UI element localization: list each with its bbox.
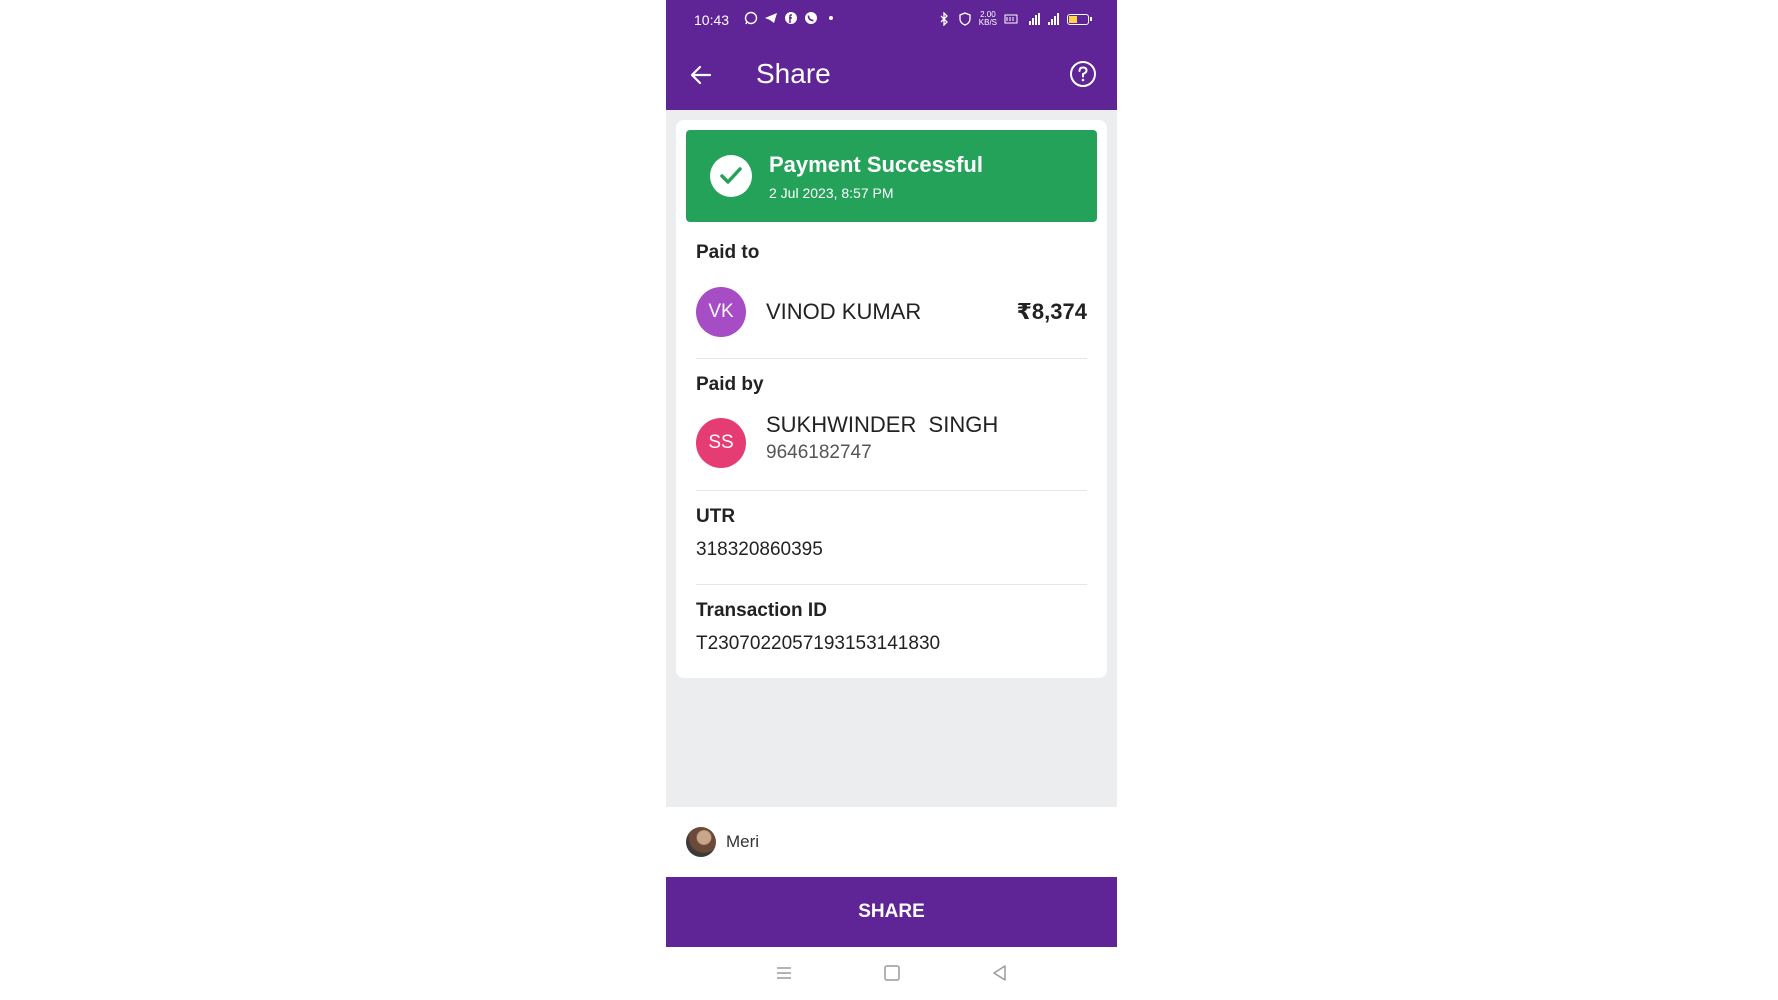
check-circle-icon xyxy=(710,155,752,197)
app-bar: Share xyxy=(666,40,1117,110)
receipt-card: Payment Successful 2 Jul 2023, 8:57 PM P… xyxy=(676,120,1107,678)
battery-level xyxy=(1069,15,1077,23)
transaction-id-value: T2307022057193153141830 xyxy=(696,633,941,654)
divider xyxy=(696,358,1087,359)
vpn-shield-icon xyxy=(958,12,972,26)
phone-screen: 10:43 2.00 KB/S Share Payment Successful… xyxy=(666,0,1117,1000)
payment-date: 2 Jul 2023, 8:57 PM xyxy=(769,185,894,201)
bluetooth-icon xyxy=(937,11,951,27)
payer-phone: 9646182747 xyxy=(766,442,872,463)
status-time: 10:43 xyxy=(694,12,730,28)
system-nav-bar xyxy=(666,947,1117,1000)
payer-name: SUKHWINDER SINGH xyxy=(766,412,999,437)
avatar xyxy=(686,827,716,857)
network-speed: 2.00 KB/S xyxy=(978,10,997,27)
payment-amount: ₹8,374 xyxy=(1016,299,1087,324)
facebook-icon xyxy=(784,11,798,25)
divider xyxy=(696,490,1087,491)
back-triangle-icon[interactable] xyxy=(990,963,1010,983)
system-icons: 2.00 KB/S xyxy=(937,10,1092,27)
payee-name: VINOD KUMAR xyxy=(766,299,922,324)
avatar-payee: VK xyxy=(696,287,746,337)
paid-to-label: Paid to xyxy=(696,242,760,263)
page-title: Share xyxy=(756,58,831,89)
arrow-left-icon[interactable] xyxy=(688,62,714,88)
share-button[interactable]: SHARE xyxy=(666,877,1117,947)
phone-app-icon xyxy=(804,11,818,25)
signal-4g-icon xyxy=(1025,12,1040,26)
sender-strip: Meri xyxy=(666,807,1117,877)
receipt-area: Payment Successful 2 Jul 2023, 8:57 PM P… xyxy=(666,110,1117,807)
whatsapp-icon xyxy=(744,11,758,25)
question-circle-icon[interactable] xyxy=(1069,60,1097,88)
home-icon[interactable] xyxy=(882,963,902,983)
status-bar: 10:43 2.00 KB/S xyxy=(666,0,1117,40)
divider xyxy=(696,584,1087,585)
signal-icon xyxy=(1046,12,1060,26)
payment-status-banner: Payment Successful 2 Jul 2023, 8:57 PM xyxy=(686,130,1097,222)
telegram-icon xyxy=(764,11,778,25)
battery-icon xyxy=(1067,13,1092,25)
volte-icon xyxy=(1004,12,1018,26)
transaction-id-label: Transaction ID xyxy=(696,600,827,621)
utr-value: 318320860395 xyxy=(696,539,823,560)
avatar-payer: SS xyxy=(696,418,746,468)
notification-icons xyxy=(744,11,838,25)
menu-icon[interactable] xyxy=(774,963,794,983)
sender-name: Meri xyxy=(726,832,760,851)
dot-icon xyxy=(824,11,838,25)
paid-by-label: Paid by xyxy=(696,374,764,395)
payment-status-title: Payment Successful xyxy=(769,152,983,177)
utr-label: UTR xyxy=(696,506,736,527)
